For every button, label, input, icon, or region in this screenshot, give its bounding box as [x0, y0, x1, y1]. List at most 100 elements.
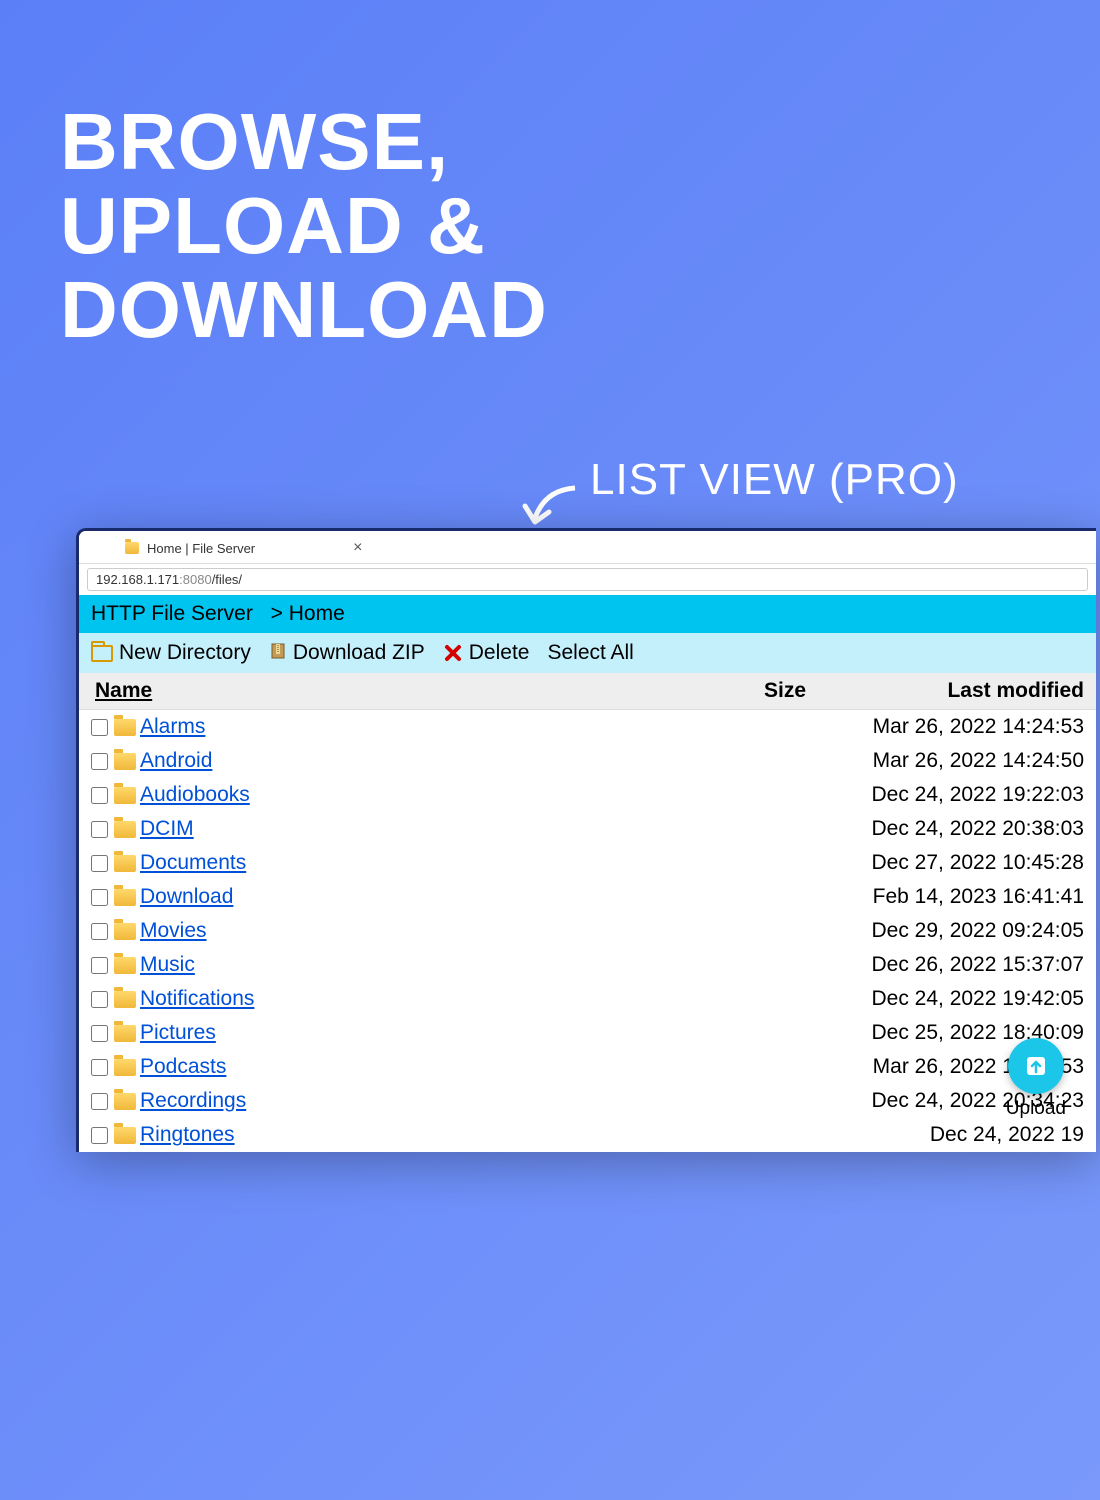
hero-line-3: DOWNLOAD — [60, 268, 548, 352]
upload-label: Upload — [1006, 1098, 1066, 1120]
select-all-button[interactable]: Select All — [547, 641, 633, 665]
new-directory-button[interactable]: New Directory — [91, 641, 251, 665]
folder-link[interactable]: Download — [140, 885, 233, 909]
folder-link[interactable]: Android — [140, 749, 212, 773]
row-checkbox[interactable] — [91, 719, 108, 736]
folder-link[interactable]: Recordings — [140, 1089, 246, 1113]
new-directory-label: New Directory — [119, 641, 251, 665]
folder-link[interactable]: Audiobooks — [140, 783, 250, 807]
row-checkbox[interactable] — [91, 1025, 108, 1042]
delete-button[interactable]: Delete — [443, 641, 530, 665]
server-name: HTTP File Server — [91, 602, 253, 625]
file-modified: Mar 26, 2022 14:24:53 — [873, 715, 1084, 739]
table-header: Name Size Last modified — [79, 673, 1096, 710]
row-checkbox[interactable] — [91, 957, 108, 974]
hero-line-1: BROWSE, — [60, 100, 548, 184]
folder-link[interactable]: Ringtones — [140, 1123, 235, 1147]
table-row: AndroidMar 26, 2022 14:24:50 — [79, 744, 1096, 778]
file-modified: Dec 26, 2022 15:37:07 — [871, 953, 1084, 977]
table-row: Audiobooks Dec 24, 2022 19:22:03 — [79, 778, 1096, 812]
zip-icon — [269, 642, 287, 664]
table-row: PicturesDec 25, 2022 18:40:09 — [79, 1016, 1096, 1050]
folder-icon — [114, 957, 136, 974]
callout-label: LIST VIEW (PRO) — [590, 455, 959, 505]
row-checkbox[interactable] — [91, 1093, 108, 1110]
folder-link[interactable]: Notifications — [140, 987, 254, 1011]
table-row: RecordingsDec 24, 2022 20:34:23 — [79, 1084, 1096, 1118]
folder-icon — [114, 855, 136, 872]
folder-outline-icon — [91, 645, 113, 662]
folder-link[interactable]: Documents — [140, 851, 246, 875]
folder-icon — [114, 889, 136, 906]
page-header: HTTP File Server > Home — [79, 595, 1096, 633]
folder-icon — [114, 1059, 136, 1076]
folder-link[interactable]: Movies — [140, 919, 207, 943]
folder-link[interactable]: DCIM — [140, 817, 194, 841]
browser-window: Home | File Server × 192.168.1.171:8080/… — [76, 528, 1096, 1152]
row-checkbox[interactable] — [91, 753, 108, 770]
row-checkbox[interactable] — [91, 855, 108, 872]
table-row: Download Feb 14, 2023 16:41:41 — [79, 880, 1096, 914]
browser-tab[interactable]: Home | File Server × — [115, 533, 372, 563]
url-path: /files/ — [212, 572, 242, 587]
upload-fab[interactable]: Upload — [1006, 1038, 1066, 1120]
table-row: PodcastsMar 26, 2022 14:24:53 — [79, 1050, 1096, 1084]
file-modified: Dec 24, 2022 20:38:03 — [871, 817, 1084, 841]
file-modified: Dec 29, 2022 09:24:05 — [871, 919, 1084, 943]
url-port: :8080 — [179, 572, 212, 587]
folder-icon — [114, 787, 136, 804]
file-modified: Dec 27, 2022 10:45:28 — [871, 851, 1084, 875]
file-list: Alarms Mar 26, 2022 14:24:53 AndroidMar 26… — [79, 710, 1096, 1152]
column-size[interactable]: Size — [764, 679, 864, 703]
address-bar: 192.168.1.171:8080/files/ — [79, 563, 1096, 595]
folder-icon — [114, 719, 136, 736]
folder-link[interactable]: Music — [140, 953, 195, 977]
folder-link[interactable]: Pictures — [140, 1021, 216, 1045]
table-row: Movies Dec 29, 2022 09:24:05 — [79, 914, 1096, 948]
folder-icon — [114, 1025, 136, 1042]
table-row: Music Dec 26, 2022 15:37:07 — [79, 948, 1096, 982]
table-row: Alarms Mar 26, 2022 14:24:53 — [79, 710, 1096, 744]
table-row: Ringtones Dec 24, 2022 19 — [79, 1118, 1096, 1152]
file-modified: Dec 24, 2022 19:22:03 — [871, 783, 1084, 807]
row-checkbox[interactable] — [91, 821, 108, 838]
url-input[interactable]: 192.168.1.171:8080/files/ — [87, 568, 1088, 591]
column-name[interactable]: Name — [91, 679, 764, 703]
url-host: 192.168.1.171 — [96, 572, 179, 587]
table-row: Documents Dec 27, 2022 10:45:28 — [79, 846, 1096, 880]
file-modified: Dec 24, 2022 19 — [930, 1123, 1084, 1147]
close-icon[interactable]: × — [353, 539, 362, 557]
tab-title: Home | File Server — [147, 541, 255, 556]
folder-link[interactable]: Alarms — [140, 715, 205, 739]
breadcrumb[interactable]: > Home — [271, 602, 345, 625]
row-checkbox[interactable] — [91, 1127, 108, 1144]
delete-label: Delete — [469, 641, 530, 665]
table-row: Notifications Dec 24, 2022 19:42:05 — [79, 982, 1096, 1016]
file-modified: Dec 24, 2022 19:42:05 — [871, 987, 1084, 1011]
select-all-label: Select All — [547, 641, 633, 665]
hero-title: BROWSE, UPLOAD & DOWNLOAD — [60, 100, 548, 352]
row-checkbox[interactable] — [91, 787, 108, 804]
row-checkbox[interactable] — [91, 1059, 108, 1076]
folder-link[interactable]: Podcasts — [140, 1055, 226, 1079]
folder-icon — [114, 1093, 136, 1110]
upload-circle[interactable] — [1008, 1038, 1064, 1094]
table-row: DCIM Dec 24, 2022 20:38:03 — [79, 812, 1096, 846]
delete-icon — [443, 643, 463, 663]
download-zip-label: Download ZIP — [293, 641, 425, 665]
download-zip-button[interactable]: Download ZIP — [269, 641, 425, 665]
tab-bar: Home | File Server × — [79, 531, 1096, 563]
toolbar: New Directory Download ZIP Delete Select… — [79, 633, 1096, 673]
hero-line-2: UPLOAD & — [60, 184, 548, 268]
upload-icon — [1022, 1052, 1050, 1080]
column-modified[interactable]: Last modified — [864, 679, 1084, 703]
row-checkbox[interactable] — [91, 889, 108, 906]
folder-icon — [114, 753, 136, 770]
row-checkbox[interactable] — [91, 991, 108, 1008]
row-checkbox[interactable] — [91, 923, 108, 940]
file-modified: Feb 14, 2023 16:41:41 — [873, 885, 1084, 909]
folder-icon — [114, 1127, 136, 1144]
folder-icon — [114, 991, 136, 1008]
folder-icon — [114, 923, 136, 940]
folder-icon — [125, 542, 139, 554]
